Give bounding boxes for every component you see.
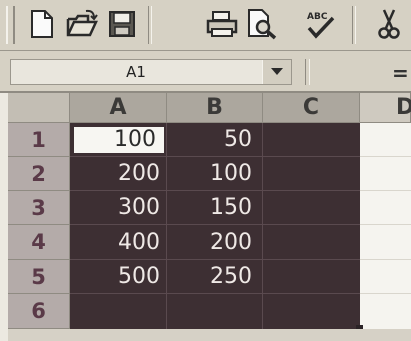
name-box-value: A1 xyxy=(126,63,146,81)
gridline xyxy=(360,156,411,157)
cell-b5[interactable]: 250 xyxy=(166,260,258,294)
cell-a3[interactable]: 300 xyxy=(70,191,166,225)
print-preview-icon xyxy=(248,9,277,40)
cell-b1[interactable]: 50 xyxy=(166,123,258,157)
standard-toolbar: ABC xyxy=(0,0,411,51)
row-header-1[interactable]: 1 xyxy=(8,123,70,157)
row-header-5[interactable]: 5 xyxy=(8,260,70,294)
column-d-cells[interactable] xyxy=(360,123,411,329)
row-header-4[interactable]: 4 xyxy=(8,225,70,260)
print-preview-button[interactable] xyxy=(242,5,282,43)
gridline xyxy=(360,224,411,225)
open-button[interactable] xyxy=(62,5,102,43)
worksheet-grid: A B C D 1 2 3 4 5 6 7 100 50 200 100 300… xyxy=(0,93,411,341)
cell-a5[interactable]: 500 xyxy=(70,260,166,294)
print-button[interactable] xyxy=(202,5,242,43)
spelling-button[interactable]: ABC xyxy=(300,5,340,43)
new-button[interactable] xyxy=(22,5,62,43)
row-7-strip xyxy=(8,329,411,341)
cell-b4[interactable]: 200 xyxy=(166,225,258,260)
cut-button[interactable] xyxy=(372,5,406,43)
name-box[interactable]: A1 xyxy=(10,59,292,85)
save-button[interactable] xyxy=(102,5,142,43)
select-all-button[interactable] xyxy=(8,93,70,123)
row-header-6[interactable]: 6 xyxy=(8,294,70,329)
save-disk-icon xyxy=(109,11,135,37)
gridline xyxy=(360,293,411,294)
dropdown-arrow-icon xyxy=(271,68,283,75)
cell-b3[interactable]: 150 xyxy=(166,191,258,225)
gridline xyxy=(360,259,411,260)
toolbar-separator xyxy=(148,6,152,44)
formula-bar-splitter[interactable] xyxy=(305,59,310,85)
row-header-2[interactable]: 2 xyxy=(8,157,70,191)
row-header-3[interactable]: 3 xyxy=(8,191,70,225)
name-box-dropdown-button[interactable] xyxy=(262,60,291,84)
spelling-check-icon: ABC xyxy=(307,12,335,39)
column-header-d[interactable]: D xyxy=(360,93,411,123)
cell-b2[interactable]: 100 xyxy=(166,157,258,191)
column-header-c[interactable]: C xyxy=(263,93,360,123)
cell-a2[interactable]: 200 xyxy=(70,157,166,191)
print-icon xyxy=(206,11,238,37)
column-header-a[interactable]: A xyxy=(70,93,167,123)
cell-a4[interactable]: 400 xyxy=(70,225,166,260)
cut-scissors-icon xyxy=(378,9,400,39)
toolbar-separator xyxy=(352,6,356,44)
toolbar-grip[interactable] xyxy=(6,6,15,44)
open-folder-icon xyxy=(66,9,98,37)
gridline xyxy=(262,123,263,329)
formula-bar: A1 = xyxy=(0,51,411,93)
svg-text:ABC: ABC xyxy=(307,12,328,22)
new-document-icon xyxy=(31,10,53,38)
column-header-b[interactable]: B xyxy=(167,93,263,123)
edit-formula-button[interactable]: = xyxy=(392,61,409,85)
gridline xyxy=(360,190,411,191)
cell-a1[interactable]: 100 xyxy=(70,127,162,153)
